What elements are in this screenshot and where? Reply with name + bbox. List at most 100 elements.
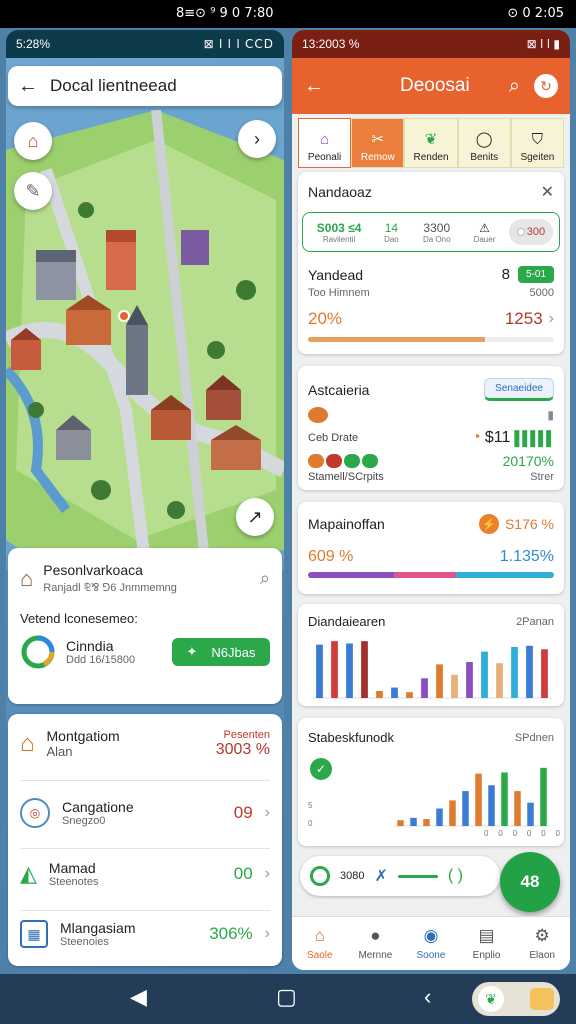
home-location-button[interactable]: ⌂ [14, 122, 52, 160]
chart-card-1: Diandaiearen 2Panan [298, 604, 564, 706]
chart-bar [451, 674, 458, 698]
chart-bar [527, 802, 534, 826]
summary-title: Yandead [308, 266, 364, 283]
metric-chip[interactable]: S003 ≤4 Ravilentil [309, 221, 369, 244]
chart-bar [466, 662, 473, 698]
toggle-icon[interactable] [310, 866, 330, 886]
plant-icon: ❦ [478, 986, 504, 1012]
divider [20, 848, 270, 849]
metric-chips: S003 ≤4 Ravilentil 14 Dao 3300 Da Ono ⚠ … [302, 212, 560, 252]
tools-icon[interactable]: ✗ [374, 866, 387, 886]
list-item[interactable]: ▦ Mlangasiam Steenoies 306% › [8, 920, 282, 948]
pin-icon: ✦ [186, 644, 198, 659]
chevron-right-icon: › [264, 865, 270, 882]
summary-subtitle: Too Himnem [308, 286, 370, 299]
nav-item-soone[interactable]: ◉ Soone [403, 917, 459, 970]
metric-chip-toggle[interactable]: 300 [508, 219, 553, 245]
chevron-right-icon: › [264, 804, 270, 821]
tab-renden[interactable]: ❦ Renden [404, 118, 458, 168]
segment [394, 572, 456, 578]
divider [20, 910, 270, 911]
note-icon [530, 988, 554, 1010]
tab-sgeiten[interactable]: ⛉ Sgeiten [510, 118, 565, 168]
wrench-icon: ✎ [25, 180, 41, 201]
chart-bar [488, 785, 495, 826]
left-status-bar: 5:28% ⊠ ⅼ ⅼ ⅼ ⅭⅭⅮ [6, 30, 284, 58]
nav-item-saole[interactable]: ⌂ Saole [292, 917, 348, 970]
card2-percent: 20170% [502, 453, 554, 469]
chart-bar [331, 641, 338, 698]
chip-value: 14 [384, 220, 399, 235]
metric-chip[interactable]: 3300 Da Ono [414, 221, 460, 244]
fab-label: 48 [520, 872, 540, 891]
app-switcher-icon[interactable]: ❦ [472, 982, 560, 1016]
compass-arrow-icon: ↗ [247, 506, 263, 527]
chart-bar [376, 691, 383, 698]
chevron-right-icon: › [548, 310, 554, 327]
segment [308, 572, 395, 578]
chart2-legend: SPdnen [514, 731, 554, 744]
locate-button[interactable]: ↗ [236, 498, 274, 536]
list-item[interactable]: ◎ Cangatione Snegzo0 09 › [8, 798, 282, 828]
chart-bar [449, 800, 456, 826]
list-item[interactable]: ⌂ Montgatiom Alan Pesenten 3003 % [8, 728, 282, 759]
metric-chip[interactable]: 14 Dao [375, 221, 407, 244]
nav-item-mernne[interactable]: ● Mernne [348, 917, 404, 970]
nav-back2-button[interactable]: ‹ [424, 984, 431, 1010]
camera-icon: ◉ [423, 926, 439, 945]
search-icon[interactable]: ⌕ [509, 75, 520, 98]
list-item[interactable]: ◭ Mamad Steenotes 00 › [8, 860, 282, 888]
tab-remow[interactable]: ✂ Remow [351, 118, 405, 168]
chip-sub: Da Ono [422, 234, 451, 244]
chart-bar [475, 773, 482, 826]
x-tick-label: 0 [527, 829, 532, 838]
chart-bar [514, 791, 521, 826]
leaf-icon: ❦ [424, 131, 438, 148]
slider-icon[interactable] [397, 874, 438, 878]
list-item-subtitle: Steenoies [60, 936, 109, 948]
search-icon[interactable]: ⌕ [260, 568, 270, 589]
segment [455, 572, 554, 578]
location-search-text: Docal lientneead [50, 76, 177, 95]
list-item-value: 09 [233, 803, 253, 822]
tab-benits[interactable]: ◯ Benits [457, 118, 511, 168]
nav-home-button[interactable]: ▢ [276, 984, 297, 1010]
refresh-icon[interactable]: ↻ [534, 74, 558, 98]
back-arrow-icon[interactable]: ← [304, 75, 324, 98]
x-tick-label: 0 [513, 829, 518, 838]
nav-item-enplio[interactable]: ▤ Enplio [459, 917, 515, 970]
bar-chart-2: 050 0 0 0 0 0 [308, 767, 561, 838]
back-arrow-icon[interactable]: ← [18, 75, 38, 98]
chevron-right-icon: › [254, 128, 260, 149]
tab-peonali[interactable]: ⌂ Peonali [298, 118, 352, 168]
gear-icon: ⚙ [534, 926, 550, 945]
card3-left-value: 609 % [308, 548, 354, 565]
navigate-button[interactable]: › [238, 120, 276, 158]
metric-subtitle: Ddd 16/15800 [66, 654, 136, 666]
metric-chip[interactable]: ⚠ Dauer [466, 221, 503, 244]
chip-value: S003 ≤4 [316, 220, 362, 235]
floating-action-button[interactable]: 48 [500, 852, 560, 912]
mini-bars-icon: ▌▌▌▌▌ [514, 430, 556, 446]
building-icon: ⌂ [20, 565, 34, 591]
list-item-tag: Pesenten [223, 728, 270, 741]
filter-chip[interactable]: Senaeidee [484, 378, 554, 401]
right-status-right: ⊠ ⅼ ⅼ ▮ [526, 37, 560, 51]
system-nav-bar: ◀ ▢ ‹ ❦ [0, 974, 576, 1024]
location-search-bar[interactable]: ← Docal lientneead [8, 66, 282, 106]
tab-label: Benits [470, 152, 499, 163]
summary-small-value: 5000 [529, 287, 554, 299]
bottom-navigation: ⌂ Saole ● Mernne ◉ Soone ▤ Enplio ⚙ Elao… [292, 916, 570, 970]
action-button-label: N6Jbas [211, 644, 256, 660]
tools-button[interactable]: ✎ [14, 172, 52, 210]
nav-item-elaon[interactable]: ⚙ Elaon [514, 917, 570, 970]
chart-bar [397, 820, 404, 826]
chart-bar [526, 645, 533, 698]
action-button[interactable]: ✦ N6Jbas [172, 638, 270, 666]
nav-back-button[interactable]: ◀ [130, 984, 147, 1010]
summary-badge[interactable]: 5-01 [517, 266, 554, 283]
summary-num: 8 [501, 266, 510, 283]
summary-progress [308, 337, 554, 342]
x-tick-label: 0 [498, 829, 503, 838]
close-icon[interactable]: ✕ [541, 182, 554, 202]
